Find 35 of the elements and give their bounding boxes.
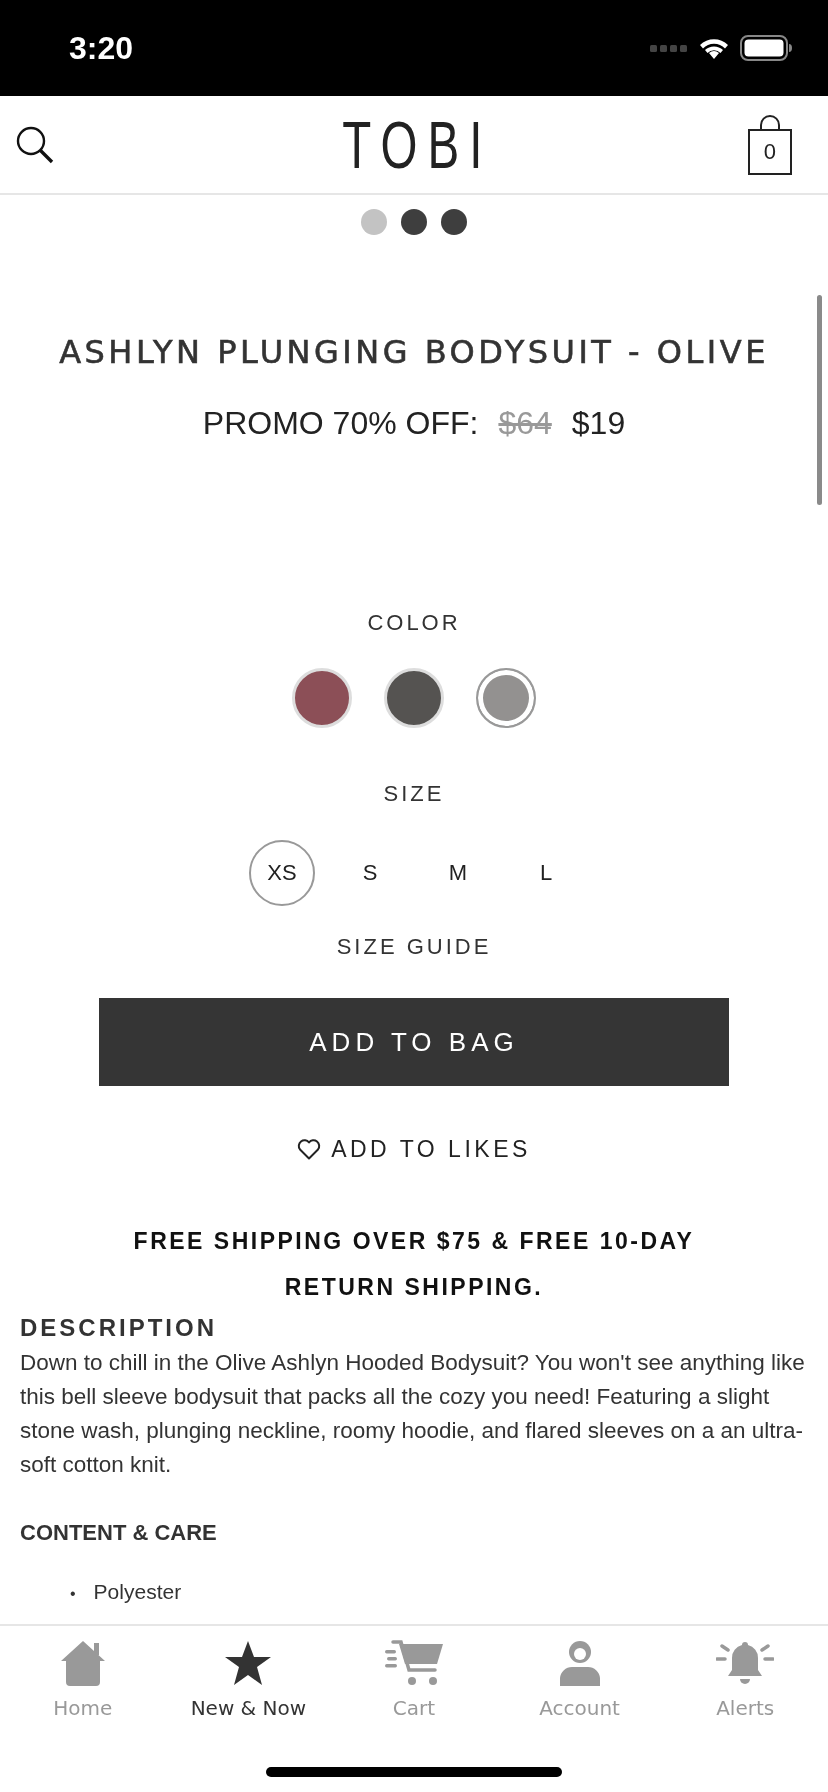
sale-price: $19 xyxy=(571,405,626,442)
size-option[interactable]: L xyxy=(513,840,579,906)
care-item: Polyester xyxy=(93,1580,182,1603)
bell-icon xyxy=(716,1640,775,1686)
color-swatch[interactable] xyxy=(476,668,536,728)
heart-icon xyxy=(297,1139,322,1160)
add-to-bag-button[interactable]: ADD TO BAG xyxy=(99,998,729,1086)
description-heading: DESCRIPTION xyxy=(20,1314,218,1342)
product-title: ASHLYN PLUNGING BODYSUIT - OLIVE xyxy=(58,333,770,371)
shipping-note: FREE SHIPPING OVER $75 & FREE 10-DAY RETURN SHIPPING. xyxy=(132,1227,696,1302)
size-guide-link[interactable]: SIZE GUIDE xyxy=(336,934,492,960)
person-icon xyxy=(557,1640,602,1686)
tab-item[interactable]: New & Now xyxy=(165,1640,331,1720)
size-option[interactable]: S xyxy=(337,840,403,906)
cart-icon xyxy=(385,1640,443,1686)
page-dot[interactable] xyxy=(441,209,467,235)
color-label: COLOR xyxy=(366,610,462,636)
page-dot[interactable] xyxy=(401,209,427,235)
battery-icon xyxy=(740,35,792,61)
store-logo[interactable]: TOBI xyxy=(341,106,493,183)
signal-icon xyxy=(650,43,688,53)
size-label: SIZE xyxy=(382,781,446,807)
wifi-icon xyxy=(698,36,730,60)
star-icon xyxy=(224,1640,273,1686)
page-dot[interactable] xyxy=(361,209,387,235)
add-to-likes-button[interactable]: ADD TO LIKES xyxy=(297,1136,531,1163)
bag-handle-icon xyxy=(759,114,781,129)
promo-label: PROMO 70% OFF: xyxy=(202,405,479,442)
size-option[interactable]: M xyxy=(425,840,491,906)
description-text: Down to chill in the Olive Ashlyn Hooded Bodysuit? You won't see anything like this bell sleeve bodysuit that packs all the cozy you need! Featuring a slight stone wash, plunging neckline, roomy hoodie, and flared sleeves on a an ultra-soft cotton knit. xyxy=(20,1349,806,1479)
original-price: $64 xyxy=(498,405,552,442)
size-option[interactable]: XS xyxy=(249,840,315,906)
bullet-mark: • xyxy=(70,1585,76,1602)
content-care-heading: CONTENT & CARE xyxy=(20,1520,218,1546)
status-time: 3:20 xyxy=(69,29,134,67)
